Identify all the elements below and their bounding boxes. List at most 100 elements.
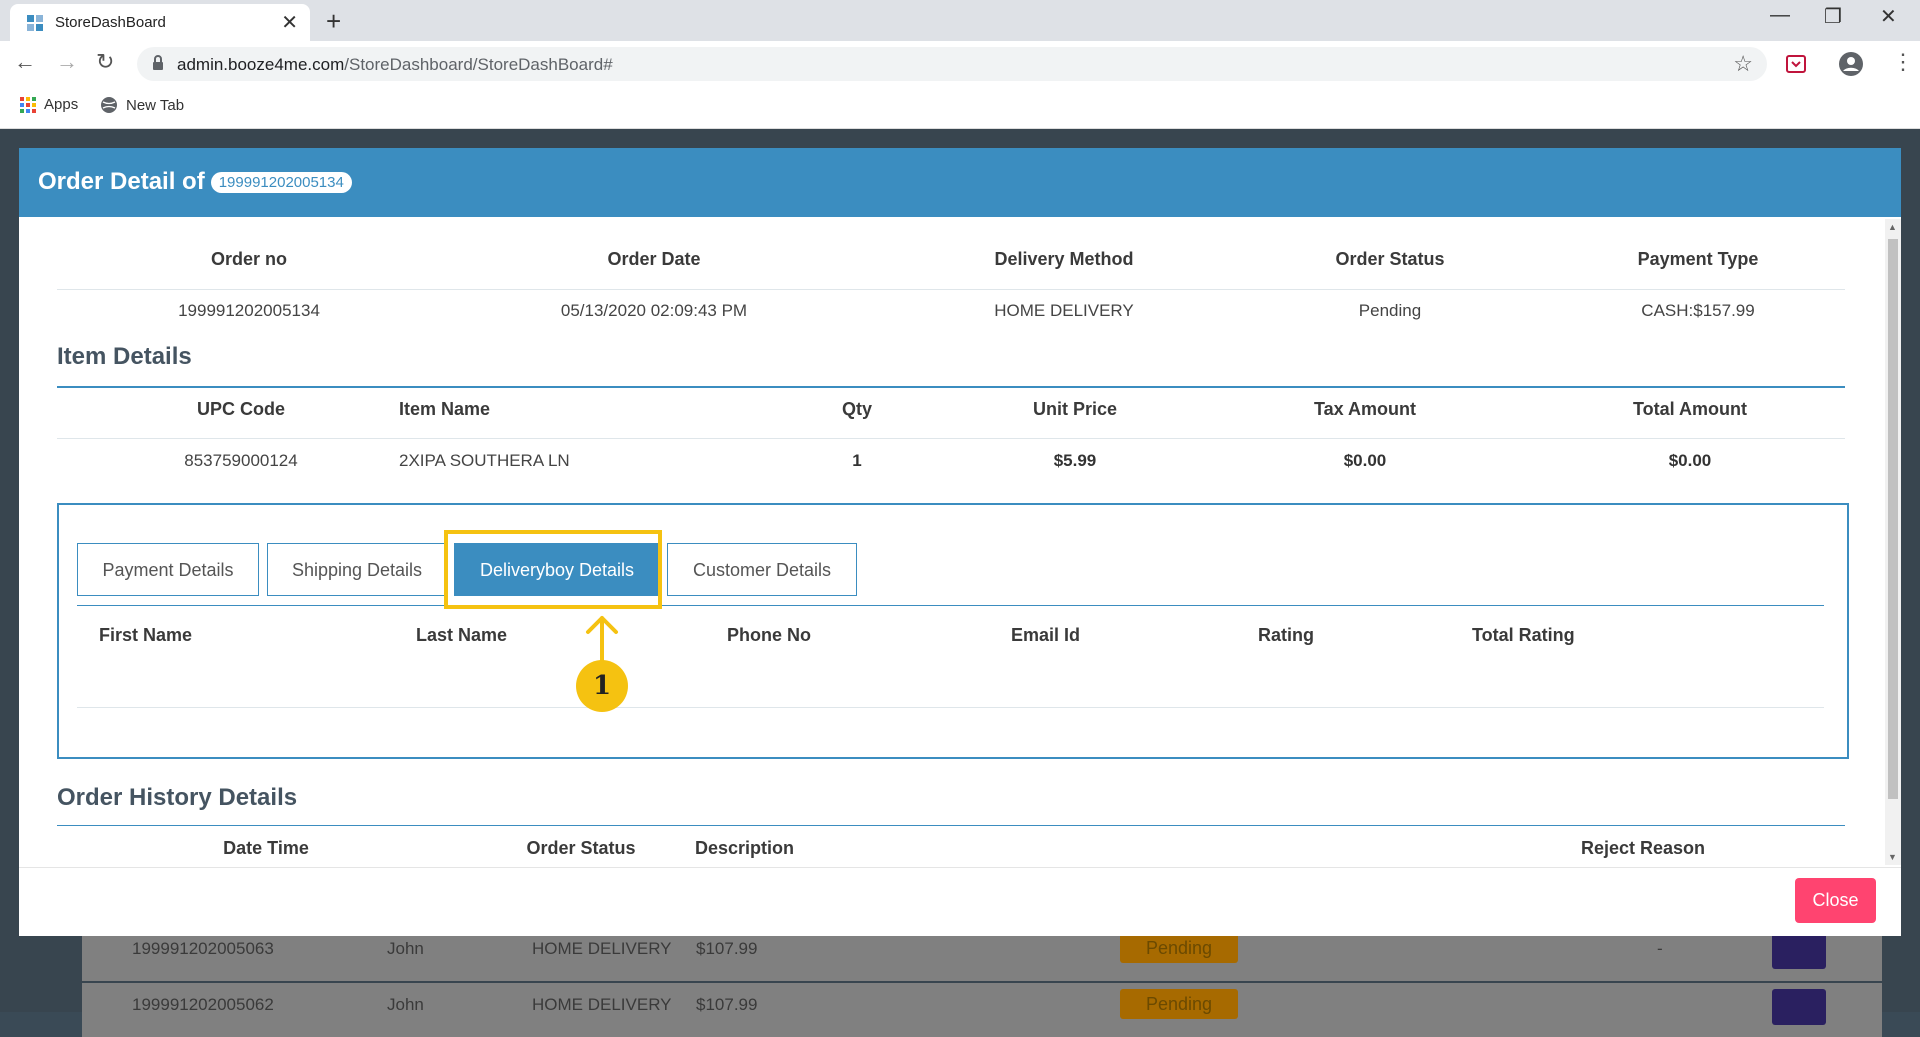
tab-customer-details[interactable]: Customer Details: [667, 543, 857, 596]
bookmarks-bar: Apps New Tab: [0, 88, 1920, 129]
order-date-value: 05/13/2020 02:09:43 PM: [560, 301, 748, 320]
extension-icon[interactable]: [1785, 53, 1807, 75]
bg-reason: -: [1657, 939, 1663, 958]
bg-name: John: [387, 995, 424, 1014]
url-text: admin.booze4me.com/StoreDashboard/StoreD…: [177, 55, 613, 75]
arrow-up-icon: [586, 616, 618, 664]
col-header-total-amount: Total Amount: [1633, 399, 1747, 419]
section-underline: [57, 386, 1845, 388]
tab-shipping-details[interactable]: Shipping Details: [267, 543, 447, 596]
modal-title-text: Order Detail of: [38, 168, 205, 195]
bookmark-new-tab[interactable]: New Tab: [100, 96, 184, 114]
col-header-first-name: First Name: [99, 625, 193, 645]
address-bar[interactable]: admin.booze4me.com/StoreDashboard/StoreD…: [137, 47, 1767, 81]
apps-grid-icon: [20, 96, 36, 113]
divider: [77, 707, 1824, 708]
bookmark-star-icon[interactable]: ☆: [1733, 51, 1753, 77]
col-header-order-date: Order Date: [607, 249, 701, 269]
new-tab-icon[interactable]: +: [326, 6, 341, 37]
back-icon[interactable]: ←: [14, 49, 36, 75]
col-header-rating: Rating: [1258, 625, 1314, 645]
scroll-down-icon[interactable]: ▼: [1888, 852, 1897, 862]
order-detail-modal: Order Detail of 199991202005134 ▲ ▼ Order…: [19, 148, 1901, 936]
bg-order-no: 199991202005062: [132, 995, 274, 1014]
url-host: admin.booze4me.com: [177, 55, 345, 74]
order-no-value: 199991202005134: [178, 301, 320, 320]
window-close-icon[interactable]: ✕: [1880, 4, 1897, 29]
upc-value: 853759000124: [184, 451, 298, 470]
tab-payment-details[interactable]: Payment Details: [77, 543, 259, 596]
forward-icon[interactable]: →: [56, 49, 78, 75]
globe-icon: [101, 97, 117, 113]
bg-gear-button[interactable]: [1772, 933, 1826, 969]
scrollbar-thumb[interactable]: [1888, 239, 1898, 799]
reload-icon[interactable]: ↻: [96, 49, 114, 75]
col-header-tax-amount: Tax Amount: [1314, 399, 1416, 419]
item-details-heading: Item Details: [57, 343, 192, 370]
col-header-email-id: Email Id: [1011, 625, 1081, 645]
browser-menu-icon[interactable]: ⋮: [1892, 49, 1914, 75]
bg-status-badge: Pending: [1120, 989, 1238, 1019]
divider: [57, 289, 1845, 290]
restore-icon[interactable]: ❐: [1824, 4, 1842, 29]
col-header-history-status: Order Status: [526, 838, 636, 858]
store-favicon-icon: [27, 15, 43, 31]
col-header-delivery-method: Delivery Method: [994, 249, 1134, 269]
modal-header: Order Detail of 199991202005134: [19, 148, 1901, 217]
col-header-date-time: Date Time: [223, 838, 309, 858]
lock-icon: [153, 55, 163, 70]
col-header-upc: UPC Code: [196, 399, 285, 419]
close-button[interactable]: Close: [1795, 878, 1876, 923]
bg-method: HOME DELIVERY: [532, 939, 672, 958]
col-header-payment-type: Payment Type: [1637, 249, 1759, 269]
col-header-last-name: Last Name: [416, 625, 508, 645]
modal-scrollbar[interactable]: ▲ ▼: [1885, 219, 1901, 865]
browser-tabstrip: StoreDashBoard ✕ + — ❐ ✕: [0, 0, 1920, 41]
modal-footer: [19, 867, 1901, 936]
divider: [57, 438, 1845, 439]
tab-underline: [77, 605, 1824, 606]
bg-amount: $107.99: [696, 995, 758, 1014]
minimize-icon[interactable]: —: [1770, 4, 1790, 27]
col-header-order-no: Order no: [210, 249, 287, 269]
bookmark-new-tab-label: New Tab: [126, 96, 185, 114]
order-status-value: Pending: [1358, 301, 1422, 320]
qty-value: 1: [852, 451, 862, 470]
col-header-description: Description: [695, 838, 795, 858]
scroll-up-icon[interactable]: ▲: [1888, 222, 1897, 232]
unit-price-value: $5.99: [1053, 451, 1097, 470]
bookmark-apps-label: Apps: [44, 96, 79, 113]
col-header-total-rating: Total Rating: [1472, 625, 1575, 645]
col-header-phone-no: Phone No: [727, 625, 811, 645]
details-tab-panel: Payment Details Shipping Details Deliver…: [57, 503, 1849, 759]
order-number-badge: 199991202005134: [210, 172, 352, 194]
total-amount-value: $0.00: [1668, 451, 1712, 470]
item-name-value: 2XIPA SOUTHERA LN: [399, 451, 570, 470]
tab-title: StoreDashBoard: [55, 14, 166, 31]
url-path: /StoreDashboard/StoreDashBoard#: [344, 55, 613, 74]
browser-tab[interactable]: StoreDashBoard ✕: [10, 4, 310, 41]
bg-method: HOME DELIVERY: [532, 995, 672, 1014]
col-header-reject-reason: Reject Reason: [1580, 838, 1706, 858]
col-header-item-name: Item Name: [399, 399, 491, 419]
col-header-qty: Qty: [841, 399, 872, 419]
delivery-method-value: HOME DELIVERY: [994, 301, 1134, 320]
modal-title: Order Detail of 199991202005134: [38, 168, 352, 196]
bg-name: John: [387, 939, 424, 958]
step-callout-badge: 1: [576, 660, 628, 712]
bg-order-no: 199991202005063: [132, 939, 274, 958]
order-history-heading: Order History Details: [57, 784, 298, 811]
section-underline: [57, 825, 1845, 826]
bg-amount: $107.99: [696, 939, 758, 958]
bg-status-badge: Pending: [1120, 933, 1238, 963]
profile-icon[interactable]: [1838, 51, 1864, 77]
payment-type-value: CASH:$157.99: [1641, 301, 1755, 320]
close-tab-icon[interactable]: ✕: [281, 10, 298, 35]
tax-amount-value: $0.00: [1343, 451, 1387, 470]
background-order-row: 199991202005062 John HOME DELIVERY $107.…: [82, 983, 1882, 1037]
col-header-unit-price: Unit Price: [1032, 399, 1118, 419]
tab-highlight-box: [444, 530, 662, 609]
bg-gear-button[interactable]: [1772, 989, 1826, 1025]
bookmark-apps[interactable]: Apps: [20, 96, 78, 113]
browser-toolbar: ← → ↻ admin.booze4me.com/StoreDashboard/…: [0, 41, 1920, 88]
